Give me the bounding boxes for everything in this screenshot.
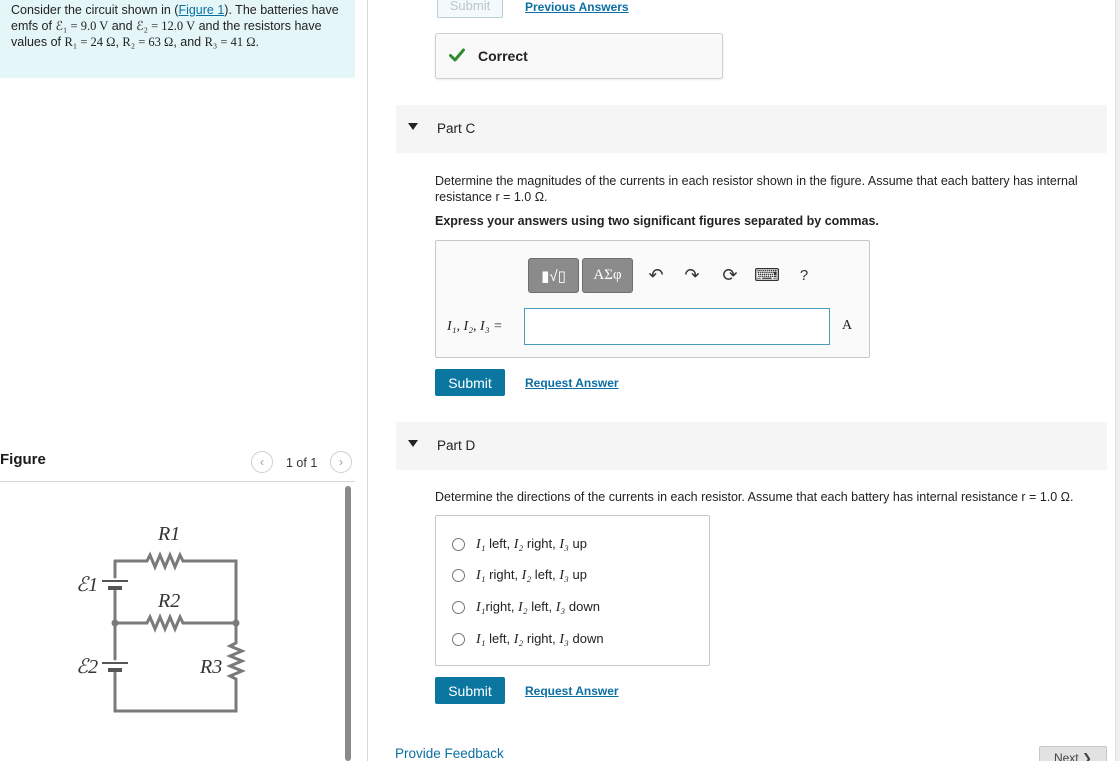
radio-button[interactable] <box>452 632 465 646</box>
correct-feedback-box: Correct <box>435 33 723 79</box>
previous-answers-link[interactable]: Previous Answers <box>525 0 629 14</box>
templates-button[interactable]: ▮√▯ <box>528 258 579 293</box>
greek-icon: ΑΣφ <box>593 267 622 283</box>
circuit-diagram: R1 R2 R3 ℰ1 ℰ2 <box>76 523 246 713</box>
r2-value: R₂ = 63 Ω <box>122 35 174 49</box>
help-icon: ? <box>799 266 809 284</box>
problem-statement: Consider the circuit shown in (Figure 1)… <box>0 0 355 78</box>
part-d-header[interactable]: Part D <box>396 422 1107 470</box>
collapse-triangle-icon[interactable] <box>408 123 418 130</box>
option-label: I₁right, I₂ left, I₃ down <box>476 598 600 615</box>
correct-status-text: Correct <box>478 48 528 64</box>
greek-symbols-button[interactable]: ΑΣφ <box>582 258 633 293</box>
provide-feedback-link[interactable]: Provide Feedback <box>395 746 504 761</box>
option-label: I₁ left, I₂ right, I₃ up <box>476 535 587 552</box>
label-r2: R2 <box>157 590 180 612</box>
page-scrollbar[interactable] <box>1115 0 1120 761</box>
undo-button[interactable]: ↶ <box>644 263 668 287</box>
radio-button[interactable] <box>452 568 465 582</box>
answer-input[interactable] <box>524 308 830 345</box>
emf2-value: ℰ₂ = 12.0 V <box>136 19 196 33</box>
answer-label: I₁, I₂, I₃ = <box>447 319 503 334</box>
junction-right <box>232 619 240 627</box>
option-row[interactable]: I₁right, I₂ left, I₃ down <box>452 598 600 616</box>
reset-icon: ⟳ <box>722 264 738 285</box>
label-r3: R3 <box>199 656 222 678</box>
part-d-request-answer-link[interactable]: Request Answer <box>525 684 619 698</box>
figure-title: Figure <box>0 451 46 468</box>
r3-value: R₃ = 41 Ω <box>204 35 256 49</box>
left-panel: Consider the circuit shown in (Figure 1)… <box>0 0 368 761</box>
option-row[interactable]: I₁ left, I₂ right, I₃ up <box>452 535 587 553</box>
part-c-header[interactable]: Part C <box>396 105 1107 153</box>
part-c-title: Part C <box>437 121 476 136</box>
figure-link[interactable]: Figure 1 <box>178 3 224 17</box>
prev-figure-button[interactable]: ‹ <box>251 451 273 473</box>
redo-icon: ↷ <box>684 264 700 285</box>
figure-header: Figure ‹ 1 of 1 › <box>0 450 355 482</box>
r1-value: R₁ = 24 Ω <box>64 35 116 49</box>
answer-box: ▮√▯ ΑΣφ ↶ ↷ ⟳ ⌨ ? I₁, I₂, I₃ = A <box>435 240 870 358</box>
keyboard-button[interactable]: ⌨ <box>754 263 780 287</box>
junction-left <box>111 619 119 627</box>
chevron-right-icon: › <box>339 455 343 469</box>
part-d-question: Determine the directions of the currents… <box>435 490 1074 504</box>
figure-pager: 1 of 1 <box>286 456 318 470</box>
figure-scrollbar[interactable] <box>345 486 351 761</box>
submit-button-disabled[interactable]: Submit <box>437 0 503 18</box>
radio-button[interactable] <box>452 537 465 551</box>
option-row[interactable]: I₁ right, I₂ left, I₃ up <box>452 566 587 584</box>
chevron-left-icon: ‹ <box>260 455 264 469</box>
emf1-value: ℰ₁ = 9.0 V <box>55 19 109 33</box>
next-button[interactable]: Next ❯ <box>1039 746 1107 761</box>
collapse-triangle-icon[interactable] <box>408 440 418 447</box>
keyboard-icon: ⌨ <box>754 264 780 285</box>
radio-button[interactable] <box>452 600 465 614</box>
option-row[interactable]: I₁ left, I₂ right, I₃ down <box>452 630 604 648</box>
part-c-submit-button[interactable]: Submit <box>435 369 505 396</box>
label-e1: ℰ1 <box>76 574 98 596</box>
label-e2: ℰ2 <box>76 656 98 678</box>
part-d-submit-button[interactable]: Submit <box>435 677 505 704</box>
reset-button[interactable]: ⟳ <box>718 263 742 287</box>
redo-button[interactable]: ↷ <box>680 263 704 287</box>
part-d-title: Part D <box>437 438 476 453</box>
next-figure-button[interactable]: › <box>330 451 352 473</box>
unit-label: A <box>842 318 853 333</box>
check-icon <box>449 48 465 62</box>
part-c-instruction: Express your answers using two significa… <box>435 214 879 228</box>
help-button[interactable]: ? <box>792 263 816 287</box>
option-label: I₁ left, I₂ right, I₃ down <box>476 630 604 647</box>
sqrt-template-icon: ▮√▯ <box>541 267 566 285</box>
option-label: I₁ right, I₂ left, I₃ up <box>476 566 587 583</box>
part-c-request-answer-link[interactable]: Request Answer <box>525 376 619 390</box>
label-r1: R1 <box>157 523 180 545</box>
undo-icon: ↶ <box>648 264 664 285</box>
part-c-question: Determine the magnitudes of the currents… <box>435 174 1078 204</box>
